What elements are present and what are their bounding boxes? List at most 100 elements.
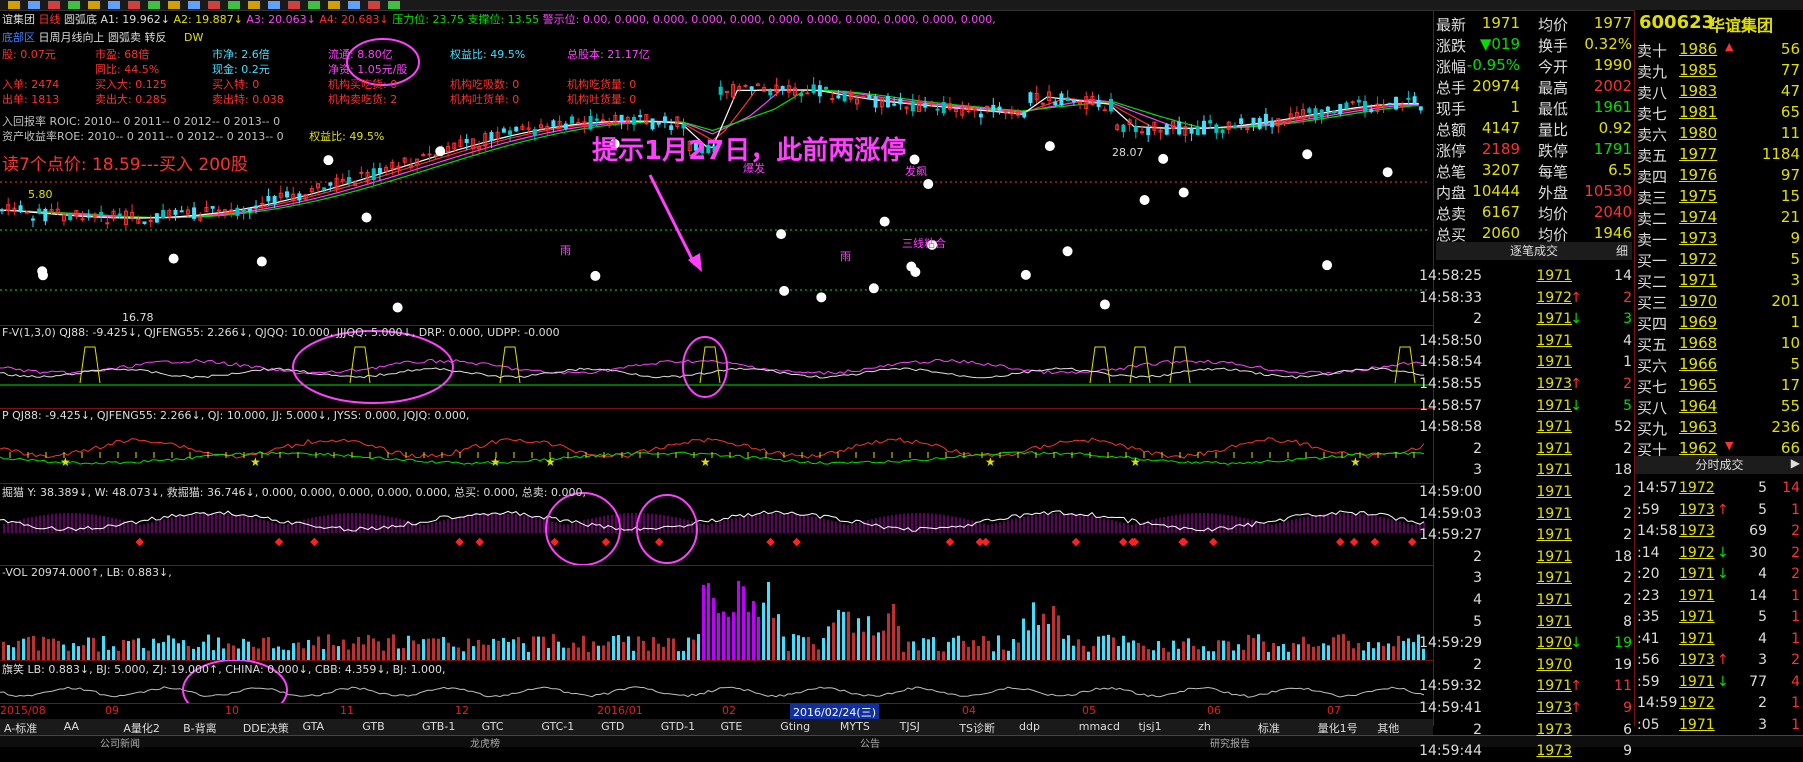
price-panel[interactable]: 谊集团 日线 圆弧底 A1: 19.962↓ A2: 19.887↓ A3: 2… [0,10,1433,326]
tab-item[interactable]: TJSJ [900,720,920,733]
volume-bar [1057,615,1060,660]
candle [941,101,946,114]
sell-row[interactable]: 卖七 1981 65 [1637,101,1802,123]
p-panel[interactable]: ★ ★ ★ ★ ★ ★ ★ ★ P QJ88: -9.425↓, QJFENG55: 2.26… [0,408,1433,484]
sell-row[interactable]: 卖九 1985 77 [1637,59,1802,81]
volume-bar [372,638,375,660]
tab-item[interactable]: GTA [303,720,325,733]
tab-item[interactable]: Gting [780,720,810,733]
tab-item[interactable]: A-标准 [4,720,37,736]
tab-item[interactable]: GTB-1 [422,720,455,733]
tab-item[interactable]: ddp [1019,720,1040,733]
candle [328,182,333,186]
buy-row[interactable]: 买八 1964 55 [1637,395,1802,417]
sell-row[interactable]: 卖三 1975 15 [1637,185,1802,207]
info-tab[interactable]: 公告 [860,735,880,750]
toolbar-icon[interactable] [128,1,140,9]
tab-item[interactable]: AA [64,720,79,733]
info-tab[interactable]: 研究报告 [1210,735,1250,750]
toolbar-icon[interactable] [308,1,320,9]
tab-item[interactable]: GTC-1 [541,720,574,733]
tab-item[interactable]: 标准 [1258,720,1280,736]
order-volume: 1 [1790,313,1800,331]
buy-row[interactable]: 买七 1965 17 [1637,374,1802,396]
tab-item[interactable]: 其他 [1377,720,1399,736]
buy-row[interactable]: 买十 1962 ▼ 66 [1637,437,1802,459]
tab-item[interactable]: 量化1号 [1318,720,1358,736]
buy-row[interactable]: 买一 1972 5 [1637,248,1802,270]
sell-row[interactable]: 卖一 1973 9 [1637,227,1802,249]
minute-price: 1971 [1679,673,1715,690]
minute-time: 14:59 [1637,695,1678,711]
toolbar-icon[interactable] [108,1,120,9]
fund-cell: 机构吃货量: 0 [567,78,637,91]
tab-item[interactable]: GTD-1 [661,720,695,733]
info-tab[interactable]: 公司新闻 [100,735,140,750]
buy-row[interactable]: 买六 1966 5 [1637,353,1802,375]
toolbar-icon[interactable] [88,1,100,9]
tab-item[interactable]: GTB [362,720,384,733]
vol-panel[interactable]: -VOL 20974.000↑, LB: 0.883↓, [0,565,1433,661]
sell-row[interactable]: 卖五 1977 1184 [1637,143,1802,165]
juemao-panel[interactable]: 掘猫 Y: 38.389↓, W: 48.073↓, 救掘猫: 36.746↓,… [0,483,1433,566]
highlight-circle [545,492,621,565]
current-date: 2016/02/24(三) [790,704,879,720]
volume-bar [252,646,255,660]
tick-time: 14:59:41 [1419,700,1482,716]
buy-row[interactable]: 买五 1968 10 [1637,332,1802,354]
order-level: 卖三 [1637,189,1668,207]
volume-bar [497,640,500,660]
toolbar-icon[interactable] [48,1,60,9]
tick-detail-button[interactable]: 细 [1616,242,1628,259]
tab-item[interactable]: GTC [482,720,504,733]
tab-item[interactable]: A量化2 [123,720,160,736]
sell-row[interactable]: 卖二 1974 21 [1637,206,1802,228]
buy-row[interactable]: 买九 1963 236 [1637,416,1802,438]
tab-item[interactable]: GTD [601,720,624,733]
tab-item[interactable]: zh [1198,720,1211,733]
toolbar-icon[interactable] [388,1,400,9]
toolbar-icon[interactable] [208,1,220,9]
sell-row[interactable]: 卖十 1986 ▲ 56 [1637,38,1802,60]
fv-panel[interactable]: F-V(1,3,0) QJ88: -9.425↓, QJFENG55: 2.26… [0,325,1433,409]
quote-label-2: 最低 [1538,100,1569,118]
candle [935,108,940,111]
tab-item[interactable]: B-背离 [183,720,217,736]
toolbar-icon[interactable] [8,1,20,9]
toolbar-icon[interactable] [248,1,260,9]
toolbar-icon[interactable] [288,1,300,9]
sell-row[interactable]: 卖八 1983 47 [1637,80,1802,102]
tab-item[interactable]: GTE [721,720,743,733]
candle [1040,102,1045,105]
tab-item[interactable]: DDE决策 [243,720,289,736]
candle [1325,106,1330,112]
toolbar-icon[interactable] [148,1,160,9]
volume-bar [502,637,505,660]
toolbar-icon[interactable] [328,1,340,9]
volume-bar [837,609,840,660]
info-tab[interactable]: 龙虎榜 [470,735,500,750]
buy-row[interactable]: 买四 1969 1 [1637,311,1802,333]
minute-count: 2 [1791,652,1800,668]
toolbar-icon[interactable] [268,1,280,9]
sell-row[interactable]: 卖六 1980 11 [1637,122,1802,144]
tab-item[interactable]: tjsj1 [1138,720,1161,733]
tab-item[interactable]: MYTS [840,720,870,733]
toolbar-icon[interactable] [188,1,200,9]
toolbar-icon[interactable] [168,1,180,9]
buy-row[interactable]: 买三 1970 201 [1637,290,1802,312]
toolbar-icon[interactable] [68,1,80,9]
date-label: 07 [1327,704,1341,717]
tab-item[interactable]: TS诊断 [959,720,995,736]
toolbar-icon[interactable] [228,1,240,9]
toolbar-icon[interactable] [28,1,40,9]
volume-bar [827,626,830,660]
period-label[interactable]: 日线 [39,13,61,26]
right-arrow-icon[interactable]: ▶ [1791,456,1800,470]
volume-bar [987,640,990,660]
sell-row[interactable]: 卖四 1976 97 [1637,164,1802,186]
tab-item[interactable]: mmacd [1079,720,1120,733]
toolbar-icon[interactable] [348,1,360,9]
toolbar-icon[interactable] [368,1,380,9]
buy-row[interactable]: 买二 1971 3 [1637,269,1802,291]
